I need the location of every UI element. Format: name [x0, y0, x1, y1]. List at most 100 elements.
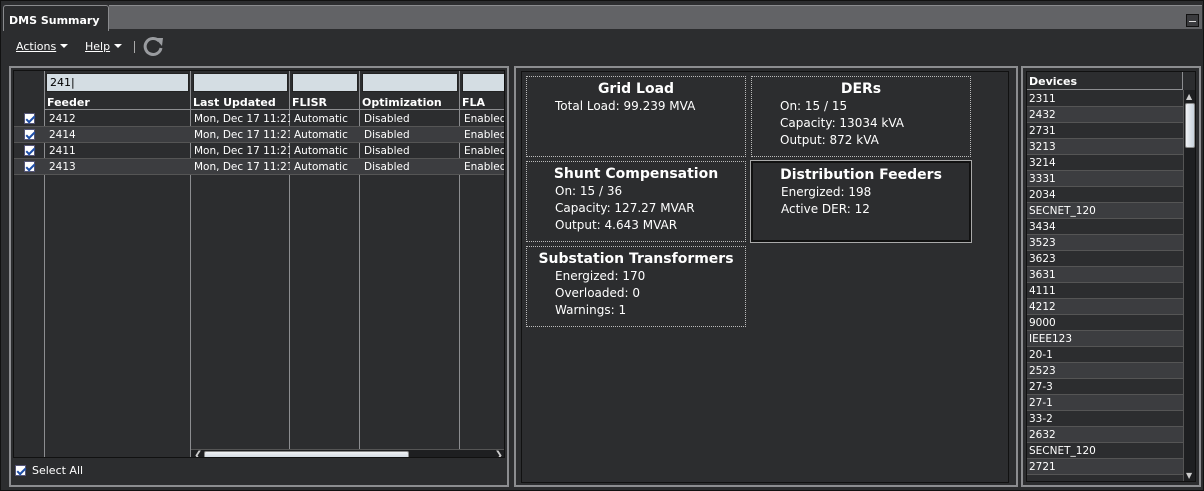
flisr-cell: Automatic — [294, 129, 348, 141]
scroll-down-icon[interactable]: ▼ — [1186, 470, 1192, 481]
fla-filter-input[interactable] — [462, 73, 504, 92]
device-list-item[interactable]: IEEE123 — [1027, 331, 1183, 347]
scrollbar-thumb[interactable] — [204, 451, 409, 457]
transformers-overloaded-value: Overloaded: 0 — [555, 286, 641, 300]
device-list-item[interactable]: 9000 — [1027, 315, 1183, 331]
device-list-item[interactable]: 2311 — [1027, 91, 1183, 107]
refresh-icon — [143, 36, 163, 56]
device-list-item[interactable]: 27-1 — [1027, 395, 1183, 411]
device-list-item[interactable]: 4111 — [1027, 283, 1183, 299]
device-list-item[interactable]: 27-3 — [1027, 379, 1183, 395]
shunt-output-value: Output: 4.643 MVAR — [555, 218, 678, 232]
device-list-item[interactable]: 20-1 — [1027, 347, 1183, 363]
optimization-cell: Disabled — [364, 129, 410, 141]
help-menu[interactable]: Help — [85, 40, 123, 53]
ders-card[interactable]: DERs On: 15 / 15 Capacity: 13034 kVA Out… — [751, 76, 971, 157]
minimize-icon[interactable] — [1186, 14, 1199, 27]
device-list-item[interactable]: 2034 — [1027, 187, 1183, 203]
optimization-column-header[interactable]: Optimization — [360, 94, 459, 110]
last-updated-column-header[interactable]: Last Updated — [191, 94, 289, 110]
feeder-filter-input[interactable]: 241| — [46, 73, 189, 92]
substation-transformers-title: Substation Transformers — [538, 251, 734, 267]
feeder-cell: 2411 — [49, 145, 76, 157]
grid-load-card[interactable]: Grid Load Total Load: 99.239 MVA — [526, 76, 746, 157]
shunt-capacity-value: Capacity: 127.27 MVAR — [555, 201, 695, 215]
transformers-energized-value: Energized: 170 — [555, 269, 646, 283]
fla-cell: Enabled — [464, 113, 505, 125]
horizontal-scrollbar[interactable]: ❮ ❯ — [191, 449, 504, 457]
row-checkbox[interactable] — [24, 129, 35, 140]
device-list-item[interactable]: 2523 — [1027, 363, 1183, 379]
row-checkbox[interactable] — [24, 145, 35, 156]
device-list-item[interactable]: 2731 — [1027, 123, 1183, 139]
device-list-item[interactable]: 3523 — [1027, 235, 1183, 251]
ders-on-value: On: 15 / 15 — [780, 99, 848, 113]
toolbar-separator — [134, 41, 135, 53]
actions-menu[interactable]: Actions — [16, 40, 69, 53]
feeders-active-der-value: Active DER: 12 — [781, 202, 870, 216]
summary-cards: Grid Load Total Load: 99.239 MVA DERs On… — [521, 71, 1009, 483]
row-checkbox[interactable] — [24, 161, 35, 172]
ders-output-value: Output: 872 kVA — [780, 133, 879, 147]
device-list-item[interactable]: 2432 — [1027, 107, 1183, 123]
devices-header[interactable]: Devices — [1027, 72, 1183, 90]
fla-cell: Enabled — [464, 161, 505, 173]
device-list-item[interactable]: 3631 — [1027, 267, 1183, 283]
optimization-filter-input[interactable] — [362, 73, 458, 92]
device-list-item[interactable]: 2632 — [1027, 427, 1183, 443]
tab-dms-summary[interactable]: DMS Summary — [3, 5, 109, 31]
feeder-column-header[interactable]: Feeder — [45, 94, 190, 110]
feeder-cell: 2413 — [49, 161, 76, 173]
table-row[interactable]: 2411 Mon, Dec 17 11:21 Automatic Disabled En… — [14, 143, 505, 159]
device-list-item[interactable]: 3331 — [1027, 171, 1183, 187]
total-load-value: Total Load: 99.239 MVA — [555, 99, 696, 113]
dms-summary-window: DMS Summary Actions Help 241| Feeder Las… — [0, 0, 1204, 491]
device-list-item[interactable]: 4212 — [1027, 299, 1183, 315]
distribution-feeders-title: Distribution Feeders — [780, 167, 942, 183]
table-row[interactable]: 2414 Mon, Dec 17 11:21 Automatic Disabled En… — [14, 127, 504, 143]
tab-bar: DMS Summary — [1, 1, 1203, 31]
device-list-item[interactable]: 3434 — [1027, 219, 1183, 235]
flisr-filter-input[interactable] — [292, 73, 358, 92]
devices-panel: Devices 2311 2432 2731 3213 3214 3331 2034 SECN… — [1021, 66, 1201, 487]
chevron-down-icon — [114, 44, 123, 48]
scrollbar-thumb[interactable] — [1185, 103, 1195, 148]
distribution-feeders-card[interactable]: Distribution Feeders Energized: 198 Acti… — [750, 160, 972, 243]
devices-list: Devices 2311 2432 2731 3213 3214 3331 2034 SECN… — [1026, 71, 1196, 482]
device-list-item[interactable]: 3623 — [1027, 251, 1183, 267]
fla-column-header[interactable]: FLA — [460, 94, 504, 110]
refresh-button[interactable] — [142, 35, 166, 57]
shunt-compensation-card[interactable]: Shunt Compensation On: 15 / 36 Capacity:… — [526, 161, 746, 242]
feeder-cell: 2414 — [49, 129, 76, 141]
optimization-cell: Disabled — [364, 161, 410, 173]
device-list-item[interactable]: SECNET_120 — [1027, 443, 1183, 459]
device-list-item[interactable]: 2721 — [1027, 459, 1183, 475]
feeders-energized-value: Energized: 198 — [781, 185, 872, 199]
last-updated-filter-input[interactable] — [193, 73, 288, 92]
table-row[interactable]: 2412 Mon, Dec 17 11:21 Automatic Disabled En… — [14, 111, 505, 127]
checkmark-icon[interactable] — [15, 465, 26, 476]
row-checkbox[interactable] — [24, 113, 35, 124]
scroll-right-icon[interactable]: ❯ — [495, 450, 503, 457]
ders-title: DERs — [840, 81, 882, 97]
table-row[interactable]: 2413 Mon, Dec 17 11:21 Automatic Disabled En… — [14, 159, 505, 175]
device-list-item[interactable]: 3213 — [1027, 139, 1183, 155]
device-list-item[interactable]: SECNET_120 — [1027, 203, 1183, 219]
flisr-cell: Automatic — [294, 145, 348, 157]
updated-cell: Mon, Dec 17 11:21 — [194, 145, 290, 157]
flisr-column-header[interactable]: FLISR — [290, 94, 359, 110]
device-list-item[interactable]: 3214 — [1027, 155, 1183, 171]
vertical-scrollbar[interactable]: ▲ ▼ — [1183, 90, 1195, 481]
optimization-cell: Disabled — [364, 113, 410, 125]
tab-strip — [109, 5, 1202, 29]
shunt-on-value: On: 15 / 36 — [555, 184, 623, 198]
scroll-left-icon[interactable]: ❮ — [194, 450, 202, 457]
summary-panel: Grid Load Total Load: 99.239 MVA DERs On… — [514, 66, 1018, 487]
fla-cell: Enabled — [464, 145, 505, 157]
substation-transformers-card[interactable]: Substation Transformers Energized: 170 O… — [526, 246, 746, 327]
updated-cell: Mon, Dec 17 11:21 — [194, 129, 290, 141]
device-list-item[interactable]: 33-2 — [1027, 411, 1183, 427]
scroll-up-icon[interactable]: ▲ — [1186, 91, 1192, 102]
updated-cell: Mon, Dec 17 11:21 — [194, 161, 290, 173]
tab-title: DMS Summary — [9, 14, 100, 27]
